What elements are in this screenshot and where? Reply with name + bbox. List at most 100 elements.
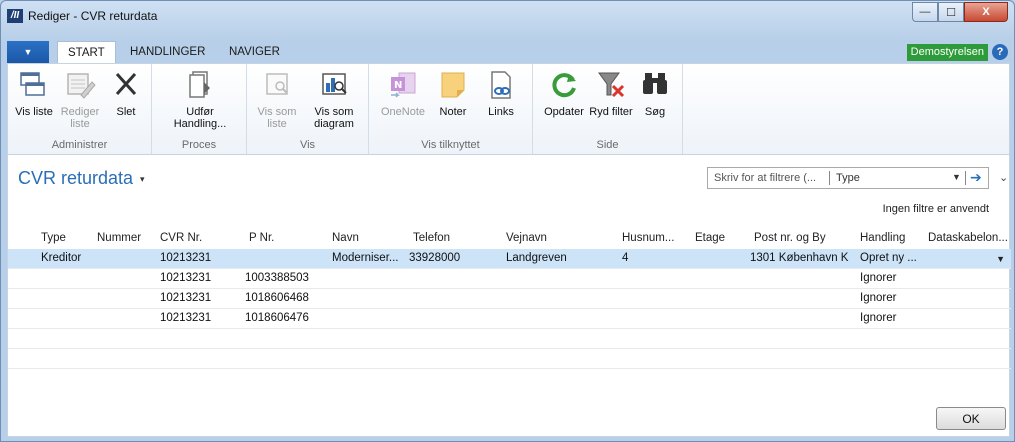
col-etage[interactable]: Etage	[695, 232, 725, 244]
ok-button[interactable]: OK	[936, 407, 1006, 430]
close-button[interactable]: X	[964, 2, 1008, 22]
perform-action-button[interactable]: Udfør Handling...	[170, 68, 230, 130]
links-button[interactable]: Links	[479, 68, 523, 118]
company-badge[interactable]: Demostyrelsen	[906, 44, 988, 61]
onenote-label: OneNote	[380, 106, 426, 118]
table-row[interactable]: 10213231 1018606476 Ignorer	[8, 309, 1011, 329]
table-row[interactable]: 10213231 1003388503 Ignorer	[8, 269, 1011, 289]
title-menu-caret-icon[interactable]: ▾	[140, 174, 145, 185]
application-menu-button[interactable]: ▼	[7, 41, 49, 63]
notes-button[interactable]: Noter	[431, 68, 475, 118]
filter-field-select[interactable]: Type	[836, 172, 860, 184]
ribbon-group-proces: Udfør Handling... Proces	[152, 64, 247, 154]
view-list-icon	[17, 68, 51, 102]
cell-handling[interactable]: Ignorer	[860, 272, 896, 284]
search-label: Søg	[644, 106, 666, 118]
cell-handling[interactable]: Opret ny ...	[860, 252, 917, 264]
refresh-icon	[547, 68, 581, 102]
app-logo-icon: /II	[7, 9, 23, 23]
view-as-chart-button[interactable]: Vis som diagram	[307, 68, 361, 130]
cell-handling[interactable]: Ignorer	[860, 292, 896, 304]
cell-handling[interactable]: Ignorer	[860, 312, 896, 324]
ribbon-group-administrer: Vis liste Rediger liste Slet Administrer	[8, 64, 152, 154]
cell-cvr-nr[interactable]: 10213231	[160, 272, 211, 284]
cell-cvr-nr[interactable]: 10213231	[160, 312, 211, 324]
handling-dropdown-icon[interactable]: ▼	[996, 254, 1005, 264]
group-label-side: Side	[596, 139, 619, 151]
maximize-button[interactable]: ☐	[938, 2, 964, 22]
filter-input[interactable]: Skriv for at filtrere (...	[714, 172, 816, 184]
tab-handlinger[interactable]: HANDLINGER	[120, 41, 215, 63]
cell-p-nr[interactable]: 1018606476	[245, 312, 309, 324]
title-bar[interactable]: /II Rediger - CVR returdata — ☐ X	[1, 1, 1014, 31]
edit-list-icon	[63, 68, 97, 102]
table-row[interactable]: Kreditor 10213231 Moderniser... 33928000…	[8, 249, 1011, 269]
cell-cvr-nr[interactable]: 10213231	[160, 292, 211, 304]
edit-list-button[interactable]: Rediger liste	[58, 68, 102, 130]
collapse-filter-chevron-icon[interactable]: ⌄	[999, 171, 1008, 184]
notes-label: Noter	[439, 106, 467, 118]
group-label-administrer: Administrer	[51, 139, 108, 151]
cell-telefon[interactable]: 33928000	[409, 252, 460, 264]
col-telefon[interactable]: Telefon	[413, 232, 450, 244]
group-label-vis: Vis	[299, 139, 316, 151]
col-cvr-nr[interactable]: CVR Nr.	[160, 232, 202, 244]
cell-husnummer[interactable]: 4	[622, 252, 628, 264]
col-dataskabelon[interactable]: Dataskabelon...	[928, 232, 1008, 244]
col-post-nr-og-by[interactable]: Post nr. og By	[754, 232, 826, 244]
cell-p-nr[interactable]: 1003388503	[245, 272, 309, 284]
minimize-button[interactable]: —	[912, 2, 938, 22]
ribbon-group-side: Opdater Ryd filter Søg Side	[533, 64, 683, 154]
tab-start[interactable]: START	[57, 41, 116, 64]
window-controls: — ☐ X	[912, 2, 1008, 22]
table-row[interactable]: 10213231 1018606468 Ignorer	[8, 289, 1011, 309]
view-as-chart-icon	[317, 68, 351, 102]
col-handling[interactable]: Handling	[860, 232, 905, 244]
onenote-button[interactable]: N OneNote	[377, 68, 429, 118]
cell-p-nr[interactable]: 1018606468	[245, 292, 309, 304]
cell-type[interactable]: Kreditor	[41, 252, 81, 264]
view-list-label: Vis liste	[15, 106, 53, 118]
page-title: CVR returdata	[18, 168, 134, 188]
refresh-button[interactable]: Opdater	[539, 68, 589, 118]
view-list-button[interactable]: Vis liste	[12, 68, 56, 118]
view-as-chart-label: Vis som diagram	[314, 106, 354, 130]
col-navn[interactable]: Navn	[332, 232, 359, 244]
col-p-nr[interactable]: P Nr.	[249, 232, 274, 244]
content-area: CVR returdata ▾ Skriv for at filtrere (.…	[7, 155, 1011, 437]
tab-naviger[interactable]: NAVIGER	[219, 41, 290, 63]
filter-separator	[829, 171, 830, 185]
data-grid: Type Nummer CVR Nr. P Nr. Navn Telefon V…	[8, 227, 1011, 369]
perform-action-icon	[183, 68, 217, 102]
group-label-vis-tilknyttet: Vis tilknyttet	[421, 139, 480, 151]
cell-vejnavn[interactable]: Landgreven	[506, 252, 567, 264]
cell-post-nr-og-by[interactable]: 1301 København K	[750, 252, 848, 264]
filter-box[interactable]: Skriv for at filtrere (... Type ▼ ➔	[707, 167, 989, 189]
apply-filter-arrow-icon[interactable]: ➔	[970, 169, 982, 186]
ribbon: Vis liste Rediger liste Slet Administrer…	[7, 63, 1010, 155]
help-icon[interactable]: ?	[992, 44, 1008, 60]
delete-label: Slet	[116, 106, 136, 118]
search-button[interactable]: Søg	[633, 68, 677, 118]
col-type[interactable]: Type	[41, 232, 66, 244]
view-as-list-icon	[260, 68, 294, 102]
ribbon-group-vis-tilknyttet: N OneNote Noter Links Vis tilknyttet	[369, 64, 533, 154]
links-icon	[484, 68, 518, 102]
view-as-list-button[interactable]: Vis som liste	[255, 68, 299, 130]
note-icon	[436, 68, 470, 102]
cell-cvr-nr[interactable]: 10213231	[160, 252, 211, 264]
delete-button[interactable]: Slet	[104, 68, 148, 118]
cell-navn[interactable]: Moderniser...	[332, 252, 398, 264]
clear-filter-button[interactable]: Ryd filter	[589, 68, 633, 118]
col-husnummer[interactable]: Husnum...	[622, 232, 674, 244]
col-vejnavn[interactable]: Vejnavn	[506, 232, 547, 244]
onenote-icon: N	[386, 68, 420, 102]
filter-status-text: Ingen filtre er anvendt	[882, 203, 989, 215]
filter-field-dropdown-icon[interactable]: ▼	[952, 172, 961, 182]
ribbon-group-vis: Vis som liste Vis som diagram Vis	[247, 64, 369, 154]
ribbon-tab-row: ▼ START HANDLINGER NAVIGER Demostyrelsen…	[7, 41, 1010, 64]
col-nummer[interactable]: Nummer	[97, 232, 141, 244]
grid-header: Type Nummer CVR Nr. P Nr. Navn Telefon V…	[8, 227, 1011, 249]
svg-text:N: N	[394, 80, 402, 91]
window-title: Rediger - CVR returdata	[28, 9, 158, 23]
